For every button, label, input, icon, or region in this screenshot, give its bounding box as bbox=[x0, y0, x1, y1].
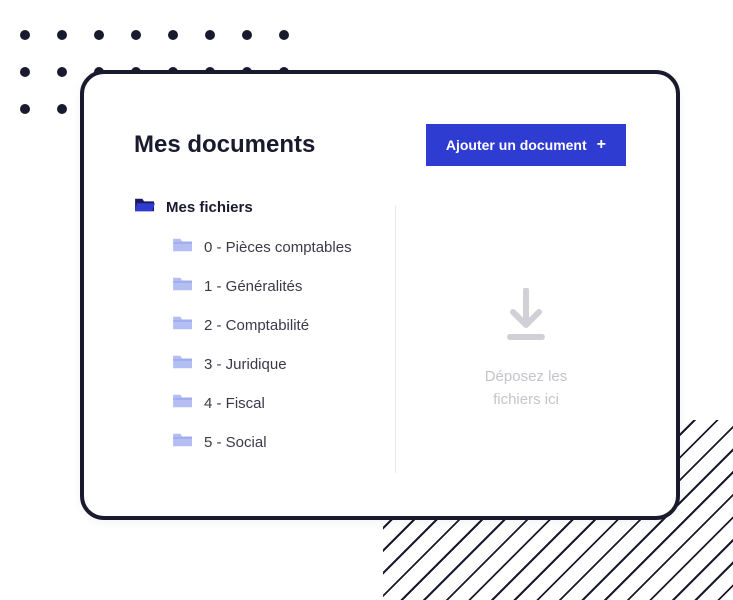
tree-item-label: 4 - Fiscal bbox=[204, 395, 265, 412]
tree-item[interactable]: 5 - Social bbox=[172, 431, 365, 453]
documents-panel: Mes documents Ajouter un document + Mes … bbox=[80, 70, 680, 520]
tree-root-label: Mes fichiers bbox=[166, 199, 253, 216]
add-document-button[interactable]: Ajouter un document + bbox=[426, 124, 626, 166]
folder-icon bbox=[172, 236, 194, 258]
tree-item-label: 2 - Comptabilité bbox=[204, 317, 309, 334]
folder-icon bbox=[172, 275, 194, 297]
tree-root-item[interactable]: Mes fichiers bbox=[134, 196, 365, 218]
tree-item[interactable]: 3 - Juridique bbox=[172, 353, 365, 375]
folder-icon bbox=[172, 431, 194, 453]
panel-header: Mes documents Ajouter un document + bbox=[134, 124, 626, 166]
tree-item-label: 1 - Généralités bbox=[204, 278, 302, 295]
tree-item-label: 0 - Pièces comptables bbox=[204, 239, 352, 256]
tree-item[interactable]: 2 - Comptabilité bbox=[172, 314, 365, 336]
folder-icon bbox=[172, 314, 194, 336]
add-document-label: Ajouter un document bbox=[446, 137, 587, 153]
tree-item-label: 5 - Social bbox=[204, 434, 267, 451]
page-title: Mes documents bbox=[134, 131, 315, 159]
file-dropzone[interactable]: Déposez les fichiers ici bbox=[426, 196, 626, 483]
tree-item-label: 3 - Juridique bbox=[204, 356, 287, 373]
folder-icon bbox=[172, 353, 194, 375]
divider bbox=[395, 206, 396, 473]
plus-icon: + bbox=[597, 136, 606, 154]
dropzone-text: Déposez les fichiers ici bbox=[471, 366, 581, 411]
tree-item[interactable]: 0 - Pièces comptables bbox=[172, 236, 365, 258]
folder-icon bbox=[172, 392, 194, 414]
tree-children: 0 - Pièces comptables 1 - Généralités 2 … bbox=[134, 236, 365, 453]
tree-item[interactable]: 4 - Fiscal bbox=[172, 392, 365, 414]
panel-content: Mes fichiers 0 - Pièces comptables 1 - G… bbox=[134, 196, 626, 483]
folder-open-icon bbox=[134, 196, 156, 218]
tree-item[interactable]: 1 - Généralités bbox=[172, 275, 365, 297]
folder-tree: Mes fichiers 0 - Pièces comptables 1 - G… bbox=[134, 196, 365, 483]
download-icon bbox=[501, 288, 551, 348]
